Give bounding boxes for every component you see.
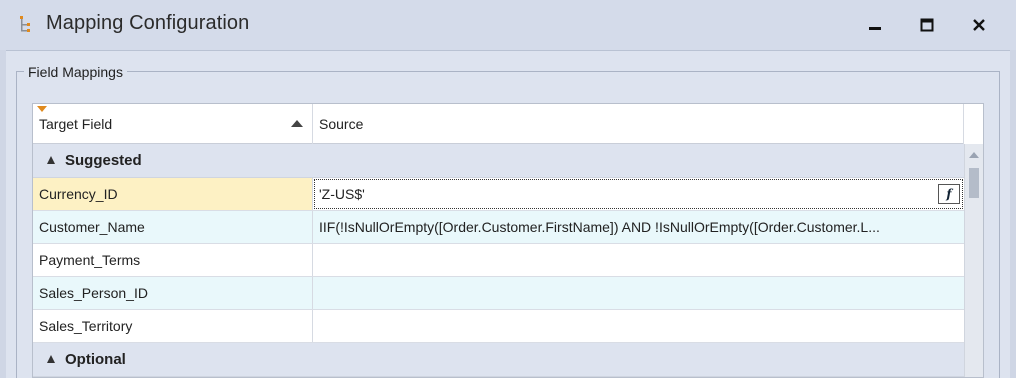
tree-icon [18, 14, 38, 36]
scroll-thumb[interactable] [969, 168, 979, 198]
field-mappings-grid[interactable]: Target Field Source Suggested Currency_I… [32, 103, 984, 378]
source-cell[interactable] [313, 277, 964, 309]
column-header-label: Source [319, 116, 364, 132]
group-row-suggested[interactable]: Suggested [33, 144, 964, 178]
table-row[interactable]: Customer_Name IIF(!IsNullOrEmpty([Order.… [33, 211, 964, 244]
vertical-scrollbar[interactable] [964, 144, 983, 377]
column-header-label: Target Field [39, 116, 113, 132]
column-header-source[interactable]: Source [313, 104, 964, 144]
table-row[interactable]: Sales_Territory [33, 310, 964, 343]
group-label: Optional [65, 351, 126, 368]
source-cell[interactable]: 'Z-US$' f [313, 178, 964, 210]
title-bar[interactable]: Mapping Configuration [0, 0, 1016, 50]
source-cell[interactable]: IIF(!IsNullOrEmpty([Order.Customer.First… [313, 211, 964, 243]
maximize-button[interactable] [912, 10, 942, 40]
sort-ascending-icon [291, 120, 303, 127]
close-button[interactable] [964, 10, 994, 40]
maximize-icon [920, 18, 934, 32]
table-row[interactable]: Sales_Person_ID [33, 277, 964, 310]
collapse-triangle-icon[interactable] [47, 156, 55, 164]
source-expression: 'Z-US$' [319, 186, 365, 202]
target-field-cell[interactable]: Payment_Terms [33, 244, 313, 276]
target-field-cell[interactable]: Customer_Name [33, 211, 313, 243]
collapse-triangle-icon[interactable] [47, 355, 55, 363]
column-header-target-field[interactable]: Target Field [33, 104, 313, 144]
table-row[interactable]: Payment_Terms [33, 244, 964, 277]
target-field-cell[interactable]: Sales_Person_ID [33, 277, 313, 309]
filter-indicator-icon [37, 106, 47, 112]
source-cell[interactable] [313, 244, 964, 276]
source-cell[interactable] [313, 310, 964, 342]
group-label: Suggested [65, 152, 142, 169]
scroll-up-arrow-icon[interactable] [969, 152, 979, 158]
group-row-optional[interactable]: Optional [33, 343, 964, 377]
table-row[interactable]: Currency_ID 'Z-US$' f [33, 178, 964, 211]
header-scroll-gap [964, 104, 983, 144]
minimize-icon [869, 27, 881, 30]
mapping-configuration-window: Mapping Configuration Field Mappings Tar… [0, 0, 1016, 378]
minimize-button[interactable] [860, 10, 890, 40]
close-icon [973, 19, 985, 31]
target-field-cell[interactable]: Sales_Territory [33, 310, 313, 342]
target-field-cell[interactable]: Currency_ID [33, 178, 313, 210]
window-title: Mapping Configuration [46, 12, 250, 34]
grid-header: Target Field Source [33, 104, 983, 144]
groupbox-title: Field Mappings [24, 64, 127, 80]
function-editor-button[interactable]: f [938, 184, 960, 204]
